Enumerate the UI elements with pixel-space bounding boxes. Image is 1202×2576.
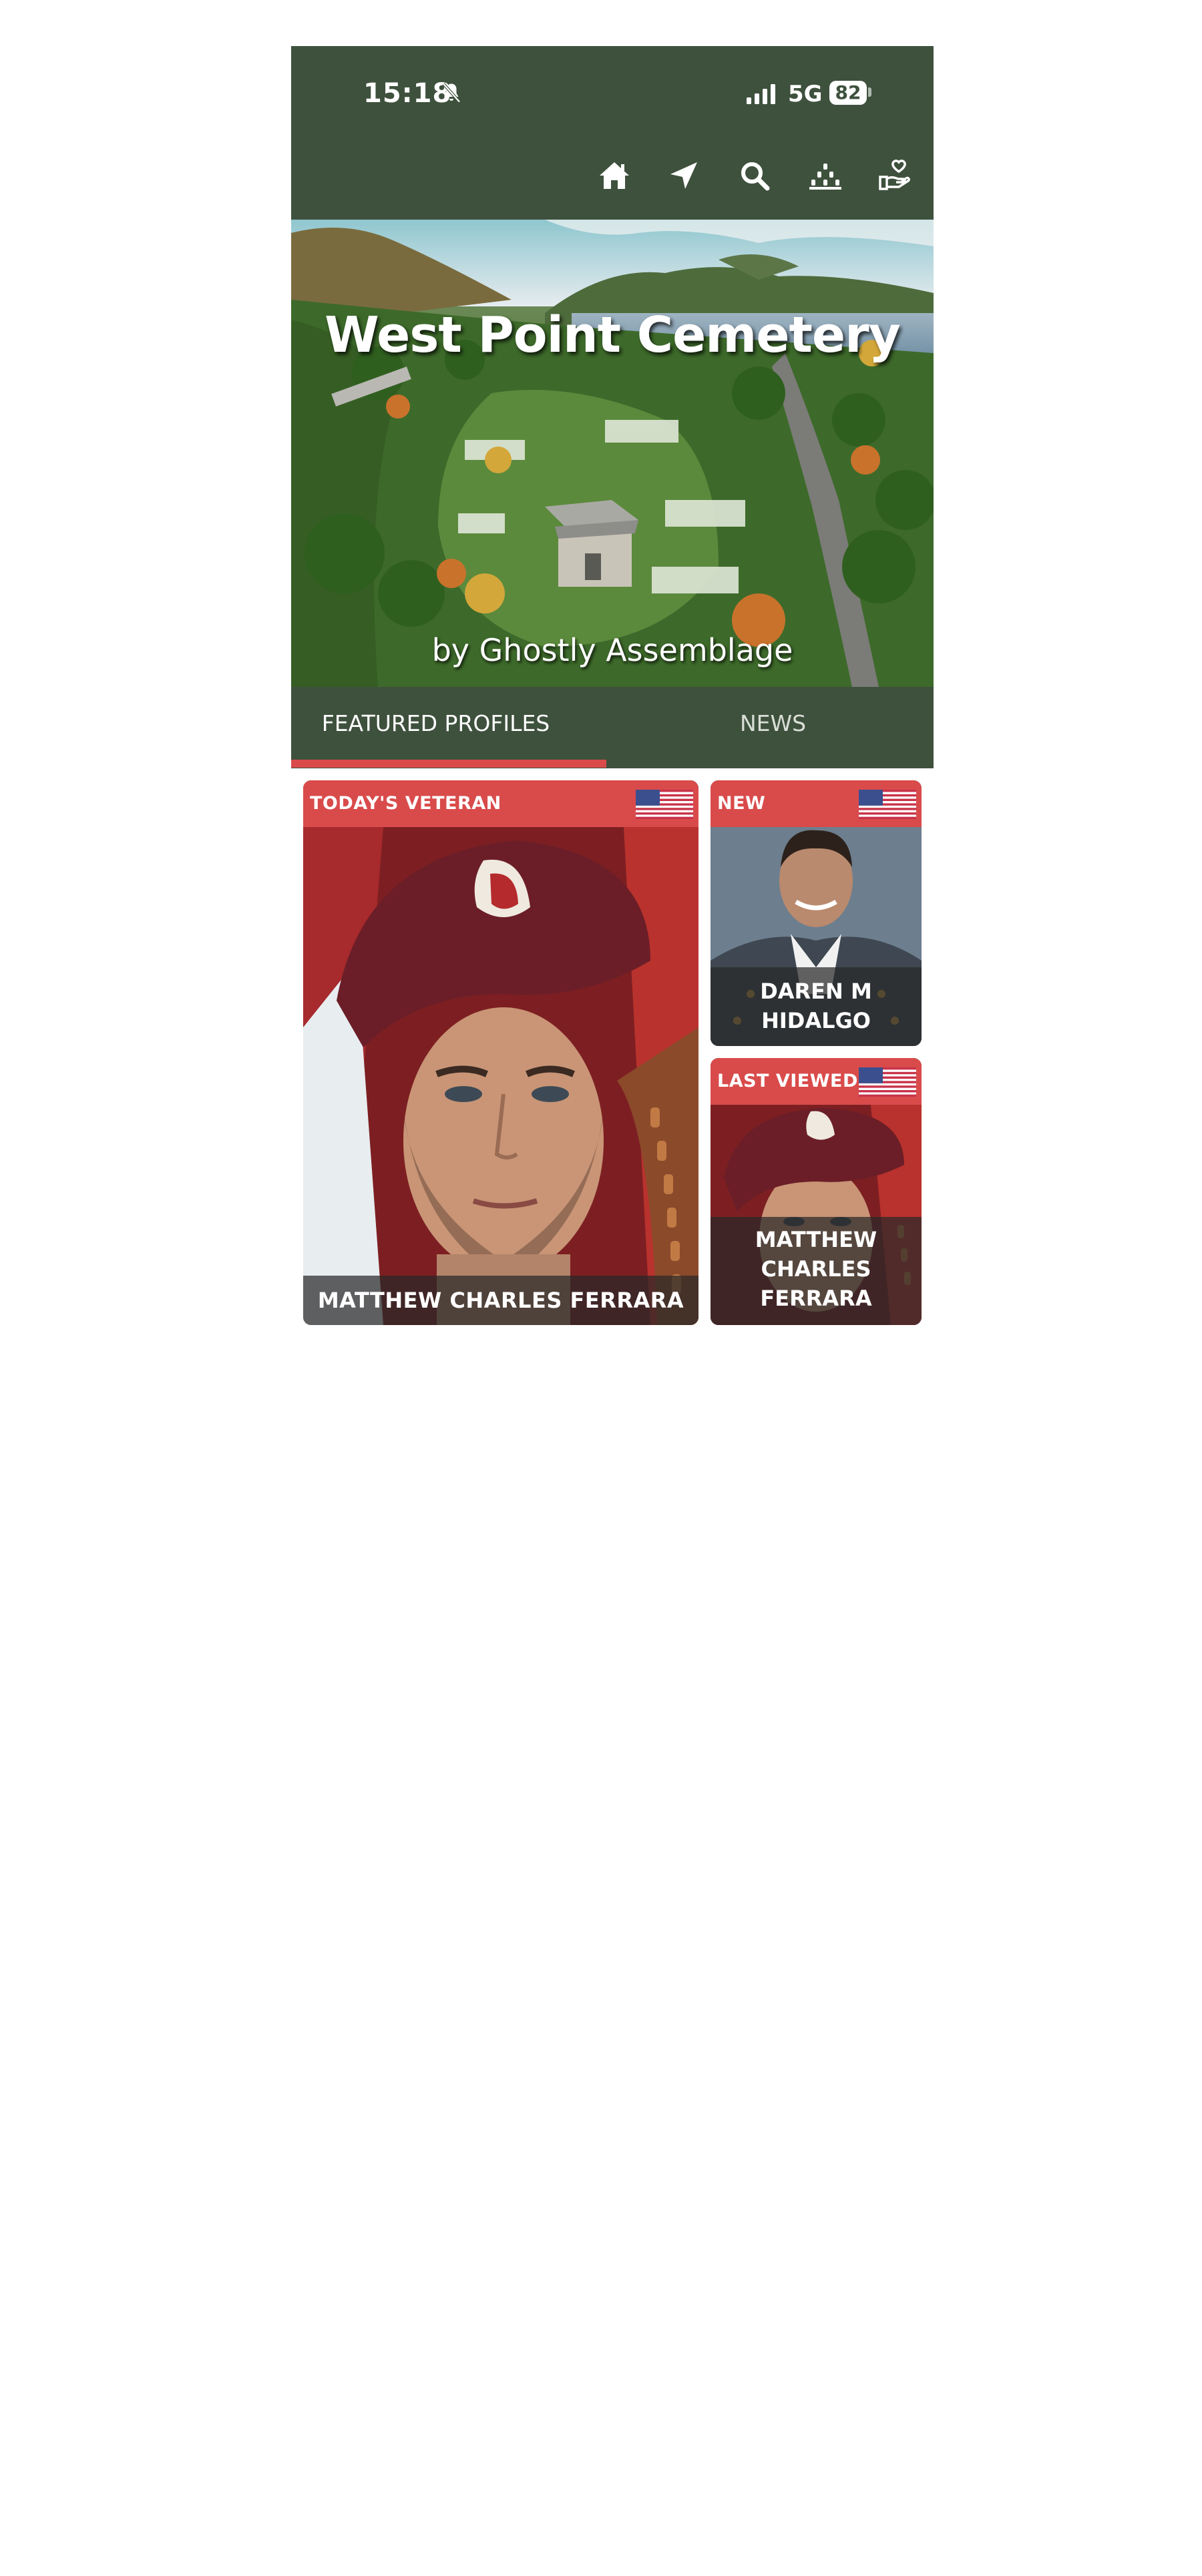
bell-off-icon (442, 83, 461, 103)
tab-bar: FEATURED PROFILES NEWS (291, 687, 934, 768)
card-header: LAST VIEWED (711, 1058, 922, 1105)
home-icon[interactable] (596, 157, 633, 194)
app-screen: 15:18 5G 82 West Point Cemetery by Ghost… (291, 46, 934, 1328)
name-line: DAREN M (760, 979, 872, 1004)
new-profile-card[interactable]: NEW DAREN M HIDALGO (711, 780, 922, 1046)
card-label: LAST VIEWED (717, 1071, 858, 1091)
status-time: 15:18 (363, 78, 452, 109)
name-line: MATTHEW (755, 1227, 877, 1252)
donate-hand-heart-icon[interactable] (876, 157, 914, 194)
tab-featured-profiles[interactable]: FEATURED PROFILES (291, 687, 612, 763)
card-label: TODAY'S VETERAN (310, 793, 502, 814)
search-icon[interactable] (736, 157, 773, 194)
veteran-portrait (303, 827, 698, 1325)
us-flag-icon (859, 1067, 916, 1097)
card-label: NEW (717, 793, 766, 814)
hero-banner: West Point Cemetery by Ghostly Assemblag… (291, 220, 934, 687)
active-tab-indicator (291, 760, 606, 768)
app-header: 15:18 5G 82 (291, 46, 934, 220)
last-viewed-card[interactable]: LAST VIEWED MATTHEW CHARLES FERRARA (711, 1058, 922, 1325)
grave-markers-icon[interactable] (807, 157, 844, 194)
new-profile-name: DAREN M HIDALGO (711, 967, 922, 1046)
us-flag-icon (636, 790, 693, 819)
network-type: 5G (788, 81, 823, 107)
cemetery-aerial-image (291, 220, 934, 687)
name-line: CHARLES (761, 1256, 871, 1282)
signal-icon (747, 84, 775, 104)
us-flag-icon (859, 790, 916, 819)
last-viewed-name: MATTHEW CHARLES FERRARA (711, 1217, 922, 1325)
tab-news[interactable]: NEWS (612, 687, 934, 763)
tab-news-label: NEWS (739, 710, 807, 736)
veteran-name: MATTHEW CHARLES FERRARA (303, 1276, 698, 1325)
name-line: HIDALGO (761, 1008, 871, 1033)
card-header: TODAY'S VETERAN (303, 780, 698, 827)
battery-icon: 82 (829, 81, 867, 105)
tab-featured-profiles-label: FEATURED PROFILES (321, 710, 550, 736)
card-header: NEW (711, 780, 922, 827)
hero-title: West Point Cemetery (325, 306, 901, 364)
battery-tip (868, 87, 871, 97)
todays-veteran-card[interactable]: TODAY'S VETERAN MATTHEW CHARLES FERRARA (303, 780, 698, 1325)
name-line: FERRARA (760, 1286, 872, 1311)
location-arrow-icon[interactable] (665, 157, 703, 194)
hero-subtitle: by Ghostly Assemblage (431, 632, 793, 668)
